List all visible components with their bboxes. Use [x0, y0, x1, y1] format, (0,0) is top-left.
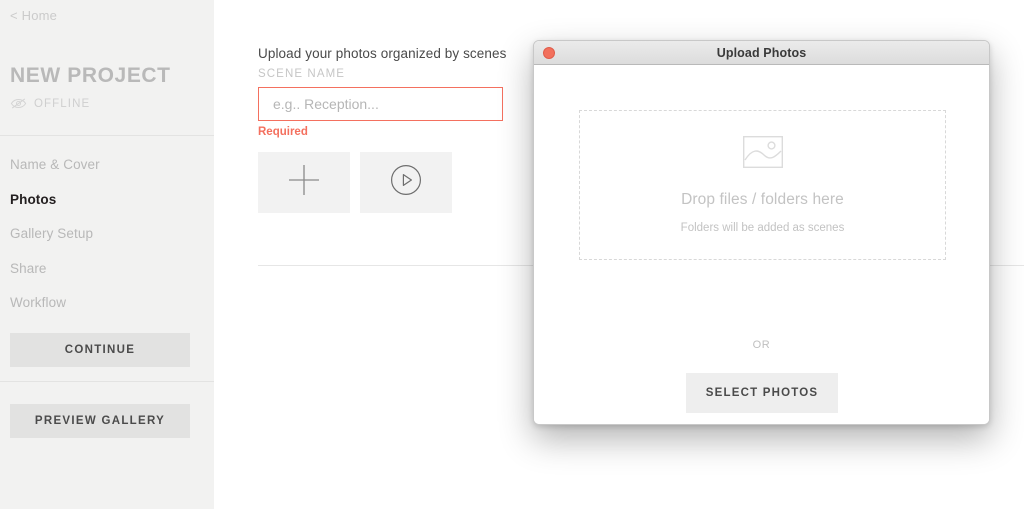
modal-body: Drop files / folders here Folders will b… — [534, 65, 989, 424]
sidebar-item-name-and-cover[interactable]: Name & Cover — [0, 148, 214, 183]
sidebar-divider-bottom — [0, 381, 214, 382]
continue-button[interactable]: CONTINUE — [10, 333, 190, 367]
scene-name-label: SCENE NAME — [258, 68, 346, 80]
sidebar-item-workflow[interactable]: Workflow — [0, 286, 214, 321]
sidebar-item-share[interactable]: Share — [0, 252, 214, 287]
dropzone-title: Drop files / folders here — [681, 191, 844, 208]
dropzone-subtitle: Folders will be added as scenes — [680, 222, 845, 234]
upload-photos-modal: Upload Photos Drop files / folders here … — [533, 40, 990, 425]
sidebar-item-photos[interactable]: Photos — [0, 183, 214, 218]
app-root: < Home NEW PROJECT OFFLINE Name & Cover … — [0, 0, 1024, 509]
add-video-tile[interactable] — [360, 152, 452, 213]
sidebar: < Home NEW PROJECT OFFLINE Name & Cover … — [0, 0, 214, 509]
play-circle-icon — [390, 164, 422, 201]
scene-name-input[interactable] — [258, 87, 503, 121]
close-icon[interactable] — [543, 47, 555, 59]
image-placeholder-icon — [742, 135, 783, 173]
file-dropzone[interactable]: Drop files / folders here Folders will b… — [579, 110, 946, 260]
preview-gallery-button[interactable]: PREVIEW GALLERY — [10, 404, 190, 438]
or-divider-label: OR — [752, 339, 771, 351]
eye-off-icon — [10, 97, 27, 110]
sidebar-divider-top — [0, 135, 214, 136]
plus-icon — [287, 163, 321, 202]
add-photos-tile[interactable] — [258, 152, 350, 213]
home-link[interactable]: < Home — [10, 8, 57, 23]
sidebar-nav: Name & Cover Photos Gallery Setup Share … — [0, 148, 214, 321]
sidebar-item-gallery-setup[interactable]: Gallery Setup — [0, 217, 214, 252]
offline-label: OFFLINE — [34, 97, 91, 110]
select-photos-button[interactable]: SELECT PHOTOS — [686, 373, 838, 413]
project-title: NEW PROJECT — [10, 64, 171, 87]
modal-title: Upload Photos — [716, 45, 807, 60]
required-validation-message: Required — [258, 126, 308, 138]
offline-status: OFFLINE — [10, 97, 90, 110]
page-title: Upload your photos organized by scenes — [258, 46, 507, 61]
modal-titlebar[interactable]: Upload Photos — [534, 41, 989, 65]
